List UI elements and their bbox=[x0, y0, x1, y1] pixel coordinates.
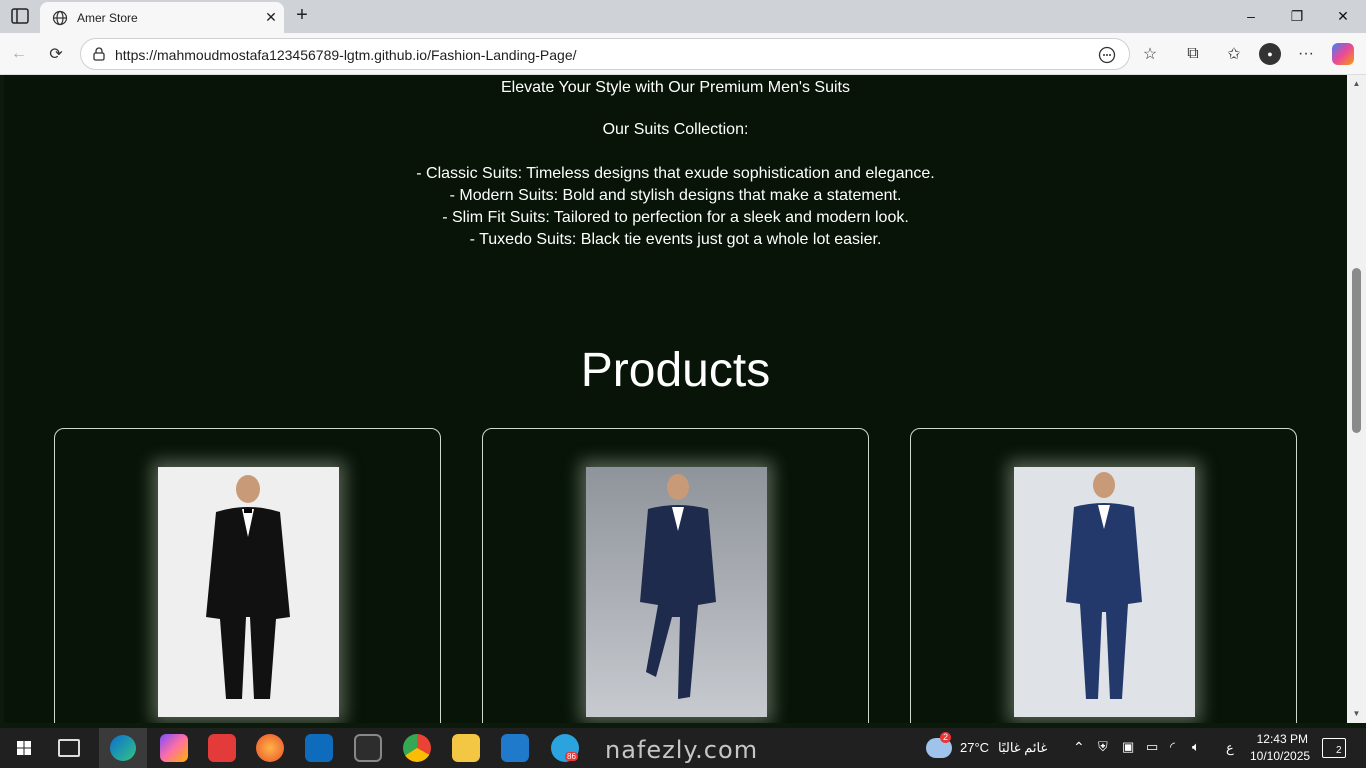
product-card[interactable] bbox=[910, 428, 1297, 723]
task-view-icon[interactable] bbox=[58, 739, 80, 757]
url-text[interactable]: https://mahmoudmostafa123456789-lgtm.git… bbox=[115, 47, 577, 63]
outlook-icon[interactable] bbox=[305, 734, 333, 762]
tab-strip: Amer Store ✕ + – ❐ ✕ bbox=[0, 0, 1366, 33]
clock-date[interactable]: 10/10/2025 bbox=[1250, 749, 1310, 763]
extensions-icon[interactable]: ⧉ bbox=[1182, 43, 1204, 65]
collection-item: - Classic Suits: Timeless designs that e… bbox=[416, 165, 935, 182]
scroll-up-icon[interactable]: ▲ bbox=[1352, 79, 1361, 88]
back-icon[interactable]: ← bbox=[8, 43, 30, 65]
tab-title: Amer Store bbox=[77, 10, 138, 25]
collection-item: - Tuxedo Suits: Black tie events just go… bbox=[469, 231, 882, 248]
products-title: Products bbox=[580, 344, 771, 397]
clock-time[interactable]: 12:43 PM bbox=[1256, 732, 1308, 746]
product-card[interactable] bbox=[482, 428, 869, 723]
tab-actions-icon[interactable] bbox=[10, 8, 30, 24]
product-image[interactable] bbox=[1014, 467, 1195, 717]
favorites-icon[interactable]: ✩ bbox=[1223, 43, 1245, 65]
copilot-icon[interactable] bbox=[1332, 43, 1354, 65]
browser-toolbar: ← ⟳ https://mahmoudmostafa123456789-lgtm… bbox=[0, 33, 1366, 75]
telegram-badge: 86 bbox=[565, 752, 578, 761]
site-info-icon[interactable] bbox=[91, 46, 107, 62]
address-bar[interactable]: https://mahmoudmostafa123456789-lgtm.git… bbox=[80, 38, 1130, 70]
firefox-icon[interactable] bbox=[256, 734, 284, 762]
reader-icon[interactable] bbox=[1097, 45, 1117, 65]
vscode-icon[interactable] bbox=[501, 734, 529, 762]
vivaldi-icon[interactable] bbox=[208, 734, 236, 762]
show-hidden-icons-icon[interactable]: ⌃ bbox=[1073, 739, 1085, 756]
windows-start-icon[interactable] bbox=[10, 734, 38, 762]
file-explorer-icon[interactable] bbox=[452, 734, 480, 762]
edge-taskbar-button[interactable] bbox=[99, 728, 147, 768]
collection-heading: Our Suits Collection: bbox=[602, 121, 749, 138]
tab-close-icon[interactable]: ✕ bbox=[258, 9, 284, 26]
volume-icon[interactable]: 🔈︎ bbox=[1192, 739, 1200, 755]
suit-photo-icon bbox=[206, 475, 290, 699]
tagline: Elevate Your Style with Our Premium Men'… bbox=[501, 79, 850, 96]
restore-button[interactable]: ❐ bbox=[1274, 0, 1320, 33]
favorite-star-icon[interactable]: ☆ bbox=[1139, 43, 1161, 65]
watermark: nafezly.com bbox=[605, 736, 759, 764]
meet-icon[interactable]: ▣ bbox=[1122, 739, 1134, 755]
product-card[interactable] bbox=[54, 428, 441, 723]
notifications-icon[interactable]: 2 bbox=[1322, 738, 1346, 758]
scroll-down-icon[interactable]: ▼ bbox=[1352, 709, 1361, 718]
profile-avatar[interactable]: ● bbox=[1259, 43, 1281, 65]
collection-item: - Slim Fit Suits: Tailored to perfection… bbox=[442, 209, 909, 226]
notification-count: 2 bbox=[1335, 745, 1343, 756]
chrome-icon[interactable] bbox=[403, 734, 431, 762]
close-window-button[interactable]: ✕ bbox=[1320, 0, 1366, 33]
new-tab-button[interactable]: + bbox=[290, 4, 314, 28]
page-viewport: Elevate Your Style with Our Premium Men'… bbox=[4, 75, 1347, 723]
more-menu-icon[interactable]: ··· bbox=[1295, 43, 1317, 65]
defender-icon[interactable]: ⛨ bbox=[1098, 739, 1108, 755]
minimize-button[interactable]: – bbox=[1228, 0, 1274, 33]
taskbar: 86 nafezly.com 2 27°C غائم غالبًا ⌃ ⛨ ▣ … bbox=[0, 728, 1366, 768]
product-image[interactable] bbox=[158, 467, 339, 717]
telegram-icon[interactable]: 86 bbox=[551, 734, 579, 762]
collection-item: - Modern Suits: Bold and stylish designs… bbox=[449, 187, 902, 204]
wifi-icon[interactable]: ◜ bbox=[1170, 739, 1175, 755]
weather-text[interactable]: غائم غالبًا bbox=[998, 740, 1047, 756]
product-image[interactable] bbox=[586, 467, 767, 717]
suit-photo-icon bbox=[1066, 472, 1142, 699]
store-icon[interactable] bbox=[354, 734, 382, 762]
weather-badge: 2 bbox=[940, 732, 951, 743]
globe-icon bbox=[52, 10, 68, 25]
suit-photo-icon bbox=[640, 474, 716, 699]
scrollbar-thumb[interactable] bbox=[1352, 268, 1361, 433]
edge-icon bbox=[110, 735, 136, 761]
refresh-icon[interactable]: ⟳ bbox=[45, 43, 67, 65]
weather-temp[interactable]: 27°C bbox=[960, 740, 989, 755]
battery-icon[interactable]: ▭ bbox=[1146, 739, 1158, 755]
weather-icon[interactable]: 2 bbox=[926, 732, 952, 758]
copilot-app-icon[interactable] bbox=[160, 734, 188, 762]
browser-tab[interactable]: Amer Store ✕ bbox=[40, 2, 284, 33]
page-scrollbar[interactable]: ▲ ▼ bbox=[1347, 75, 1366, 723]
language-indicator[interactable]: ع bbox=[1226, 740, 1234, 756]
